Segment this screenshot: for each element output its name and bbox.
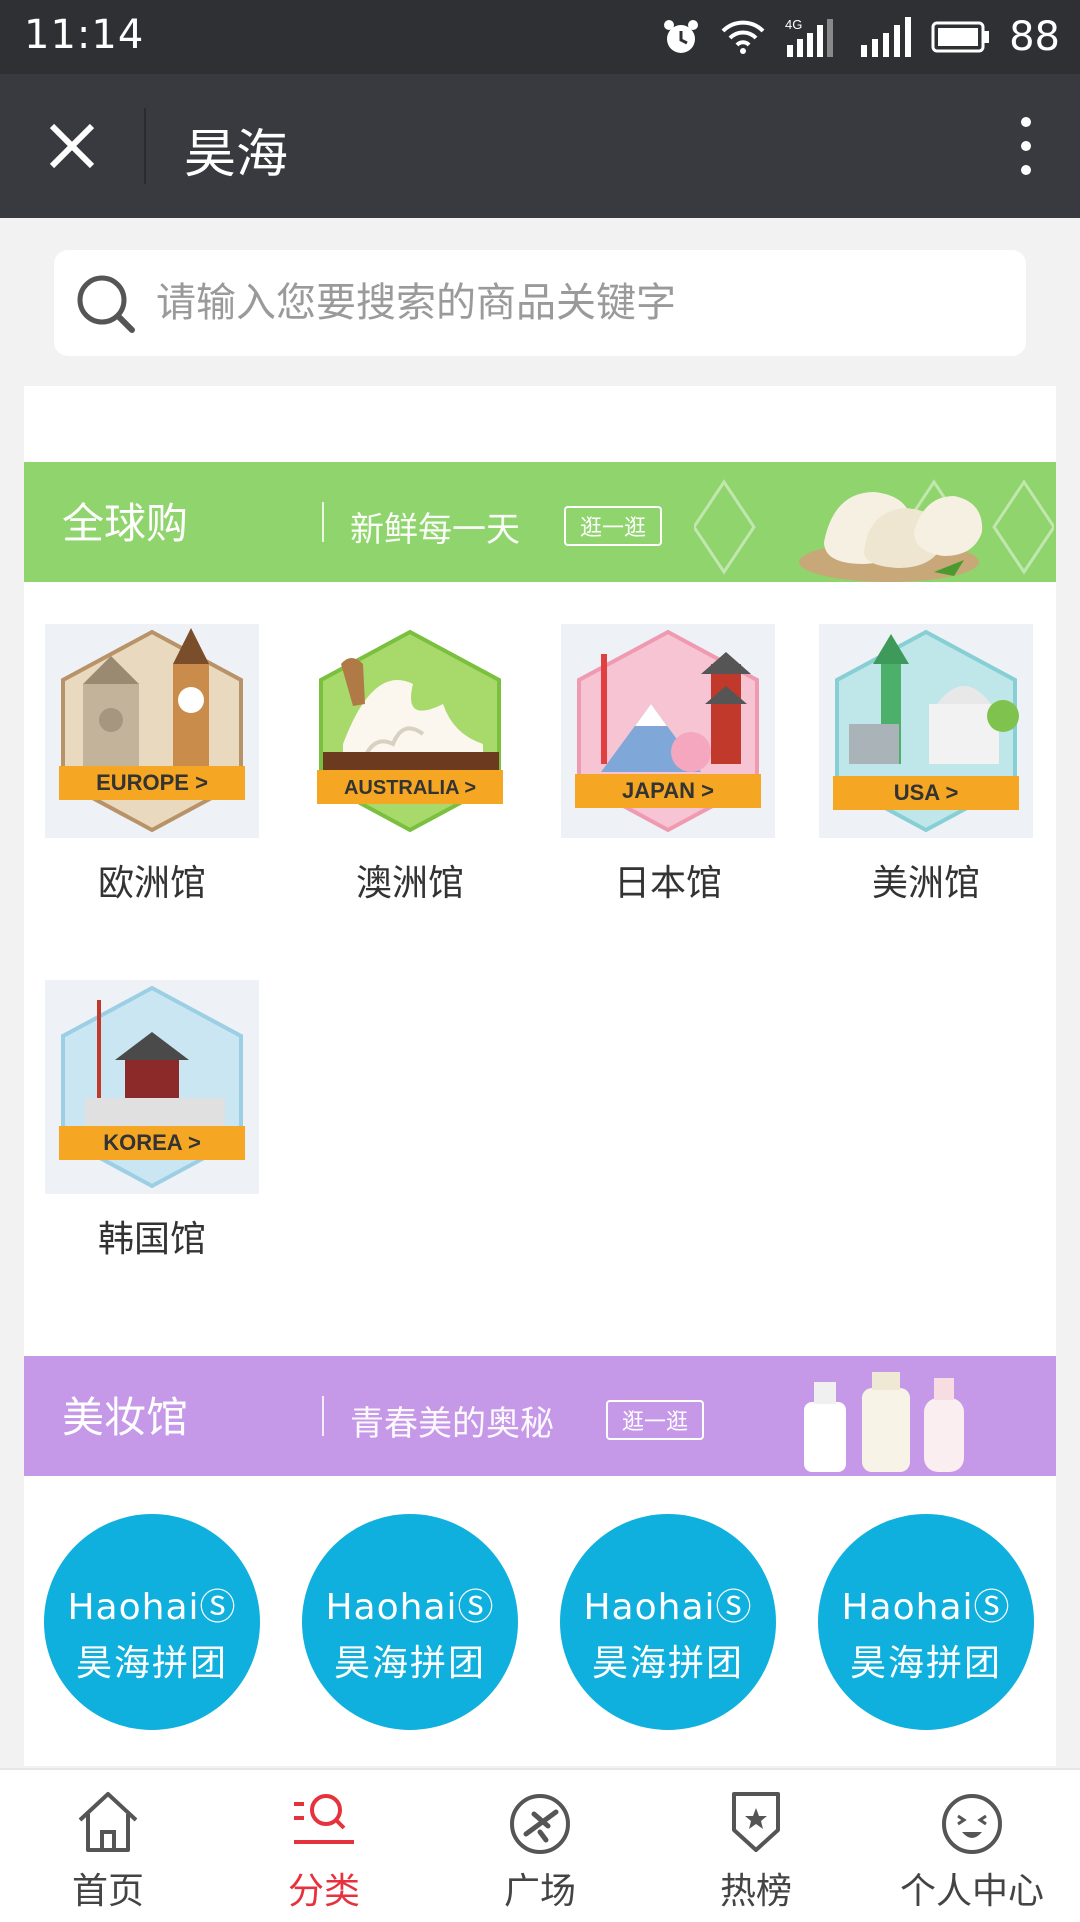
europe-badge-icon: EUROPE > bbox=[45, 624, 259, 838]
svg-text:KOREA >: KOREA > bbox=[103, 1130, 201, 1155]
search-box[interactable] bbox=[54, 250, 1026, 356]
japan-badge-icon: JAPAN > bbox=[561, 624, 775, 838]
svg-text:AUSTRALIA >: AUSTRALIA > bbox=[344, 777, 476, 799]
group-name: 昊海拼团 bbox=[333, 1643, 486, 1684]
smiley-face-icon bbox=[942, 1794, 1002, 1854]
category-search-icon bbox=[294, 1794, 354, 1844]
group-name: 昊海拼团 bbox=[849, 1643, 1002, 1684]
bottom-tab-bar: 首页 分类 广场 热榜 个人中心 bbox=[0, 1768, 1080, 1922]
alarm-icon bbox=[664, 20, 699, 53]
global-purchase-banner[interactable]: 全球购 新鲜每一天 逛一逛 bbox=[24, 462, 1056, 582]
browse-button[interactable]: 逛一逛 bbox=[606, 1400, 705, 1440]
group-name: 昊海拼团 bbox=[75, 1643, 228, 1684]
svg-text:EUROPE >: EUROPE > bbox=[96, 770, 208, 795]
banner-slogan: 新鲜每一天 bbox=[350, 510, 520, 550]
close-icon bbox=[49, 123, 95, 169]
korea-badge-icon: KOREA > bbox=[45, 980, 259, 1194]
title-bar: 昊海 bbox=[0, 74, 1080, 218]
svg-text:USA >: USA > bbox=[894, 780, 959, 805]
pavilion-label: 日本馆 bbox=[613, 863, 722, 904]
banner-title: 美妆馆 bbox=[62, 1393, 189, 1442]
browse-button[interactable]: 逛一逛 bbox=[564, 506, 663, 546]
battery-icon bbox=[931, 21, 990, 53]
tab-ranking[interactable]: 热榜 bbox=[648, 1770, 864, 1922]
tab-label: 分类 bbox=[287, 1871, 360, 1912]
pavilion-label: 美洲馆 bbox=[871, 863, 980, 904]
cosmetics-bottles-image bbox=[804, 1372, 964, 1472]
usa-badge-icon: USA > bbox=[819, 624, 1033, 838]
pavilion-usa[interactable]: USA > 美洲馆 bbox=[815, 624, 1037, 906]
group-brand: HaohaiⓈ bbox=[67, 1587, 237, 1628]
search-input[interactable] bbox=[154, 279, 978, 327]
ranking-shield-icon bbox=[732, 1792, 780, 1852]
pavilion-label: 韩国馆 bbox=[97, 1219, 206, 1260]
pavilion-label: 欧洲馆 bbox=[97, 863, 206, 904]
pavilion-korea[interactable]: KOREA > 韩国馆 bbox=[41, 980, 263, 1262]
tab-label: 热榜 bbox=[719, 1871, 792, 1912]
tab-category[interactable]: 分类 bbox=[216, 1770, 432, 1922]
tab-label: 首页 bbox=[71, 1871, 144, 1912]
cellular-4g-icon: 4G bbox=[785, 17, 834, 57]
wifi-icon bbox=[721, 20, 765, 54]
group-brand: HaohaiⓈ bbox=[325, 1587, 495, 1628]
group-buy-item[interactable]: HaohaiⓈ 昊海拼团 bbox=[44, 1514, 260, 1730]
tab-profile[interactable]: 个人中心 bbox=[864, 1770, 1080, 1922]
status-bar: 11:14 4G 88 bbox=[0, 0, 1080, 74]
more-menu-button[interactable] bbox=[996, 104, 1056, 188]
tab-label: 广场 bbox=[503, 1871, 576, 1912]
cosmetics-banner[interactable]: 美妆馆 青春美的奥秘 逛一逛 bbox=[24, 1356, 1056, 1476]
group-brand: HaohaiⓈ bbox=[841, 1587, 1011, 1628]
tab-label: 个人中心 bbox=[899, 1871, 1044, 1912]
banner-separator bbox=[322, 502, 324, 542]
banner-separator bbox=[322, 1396, 324, 1436]
banner-slogan: 青春美的奥秘 bbox=[350, 1404, 554, 1444]
group-buy-item[interactable]: HaohaiⓈ 昊海拼团 bbox=[302, 1514, 518, 1730]
plaza-plane-icon bbox=[510, 1794, 570, 1854]
svg-text:4G: 4G bbox=[785, 17, 802, 32]
pavilion-europe[interactable]: EUROPE > 欧洲馆 bbox=[41, 624, 263, 906]
group-buy-item[interactable]: HaohaiⓈ 昊海拼团 bbox=[818, 1514, 1034, 1730]
close-button[interactable] bbox=[30, 104, 114, 188]
page-title: 昊海 bbox=[184, 125, 289, 185]
pavilion-australia[interactable]: AUSTRALIA > 澳洲馆 bbox=[299, 624, 521, 906]
signal-icon bbox=[861, 17, 912, 57]
tab-plaza[interactable]: 广场 bbox=[432, 1770, 648, 1922]
coconut-image bbox=[799, 492, 983, 582]
tab-home[interactable]: 首页 bbox=[0, 1770, 216, 1922]
battery-level: 88 bbox=[1009, 14, 1060, 60]
group-name: 昊海拼团 bbox=[591, 1643, 744, 1684]
search-icon bbox=[77, 275, 135, 333]
group-buy-item[interactable]: HaohaiⓈ 昊海拼团 bbox=[560, 1514, 776, 1730]
more-vertical-icon bbox=[1021, 117, 1031, 175]
pavilion-japan[interactable]: JAPAN > 日本馆 bbox=[557, 624, 779, 906]
home-icon bbox=[78, 1792, 138, 1852]
status-time: 11:14 bbox=[24, 12, 145, 58]
status-icons: 4G 88 bbox=[661, 10, 1060, 64]
group-brand: HaohaiⓈ bbox=[583, 1587, 753, 1628]
australia-badge-icon: AUSTRALIA > bbox=[317, 629, 503, 833]
title-divider bbox=[144, 108, 146, 184]
content-card: 全球购 新鲜每一天 逛一逛 EUROPE > 欧洲馆 AUSTRALIA > 澳… bbox=[24, 386, 1056, 1766]
pavilion-label: 澳洲馆 bbox=[355, 863, 464, 904]
svg-text:JAPAN >: JAPAN > bbox=[622, 778, 714, 803]
banner-title: 全球购 bbox=[62, 499, 189, 548]
